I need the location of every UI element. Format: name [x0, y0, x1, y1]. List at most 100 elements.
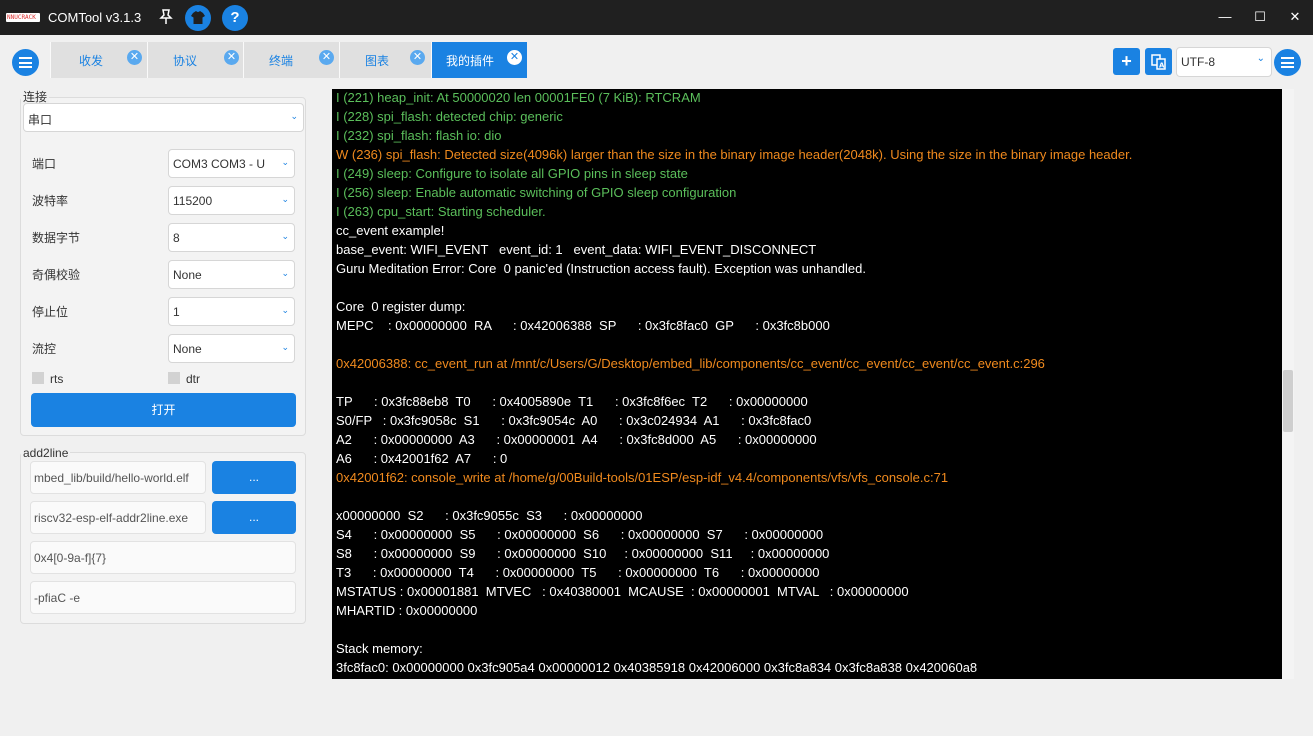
chevron-down-icon: ⌄ [281, 194, 289, 205]
menu-icon [1281, 57, 1294, 59]
close-tab-icon[interactable]: ✕ [507, 50, 522, 65]
stopbits-value: 1 [173, 305, 180, 319]
flowcontrol-select[interactable]: None ⌄ [168, 334, 295, 363]
open-port-button[interactable]: 打开 [31, 393, 296, 427]
stopbits-select[interactable]: 1 ⌄ [168, 297, 295, 326]
parity-label: 奇偶校验 [32, 268, 81, 282]
encoding-select[interactable]: UTF-8 ⌄ [1176, 47, 1272, 77]
tab-label: 我的插件 [446, 54, 495, 68]
chevron-down-icon: ⌄ [1256, 53, 1265, 64]
skin-button[interactable] [185, 5, 211, 31]
tab-send-receive[interactable]: 收发 ✕ [50, 42, 147, 78]
terminal-line: T3 : 0x00000000 T4 : 0x00000000 T5 : 0x0… [336, 565, 820, 580]
terminal-line: TP : 0x3fc88eb8 T0 : 0x4005890e T1 : 0x3… [336, 394, 808, 409]
terminal-line: base_event: WIFI_EVENT event_id: 1 event… [336, 242, 817, 257]
shirt-icon [191, 11, 205, 24]
pin-icon[interactable] [158, 8, 174, 26]
encoding-value: UTF-8 [1181, 55, 1215, 69]
add-plugin-button[interactable]: + [1113, 48, 1140, 75]
parity-value: None [173, 268, 202, 282]
connection-group-title: 连接 [21, 90, 50, 104]
connection-type-select[interactable]: 串口 ⌄ [23, 103, 304, 132]
tab-label: 协议 [173, 54, 198, 68]
terminal-line: 3fc8fac0: 0x00000000 0x3fc905a4 0x000000… [336, 660, 978, 675]
terminal-lines: I (221) heap_init: At 50000020 len 00001… [336, 89, 1280, 677]
terminal-scroll-thumb[interactable] [1283, 370, 1293, 432]
terminal-line: I (221) heap_init: At 50000020 len 00001… [336, 90, 701, 105]
browse-elf-button[interactable]: ... [212, 461, 296, 494]
terminal-line: I (263) cpu_start: Starting scheduler. [336, 204, 546, 219]
window-title: COMTool v3.1.3 [48, 10, 142, 25]
terminal-line: S8 : 0x00000000 S9 : 0x00000000 S10 : 0x… [336, 546, 830, 561]
baudrate-value: 115200 [173, 194, 213, 208]
tab-my-plugin[interactable]: 我的插件 ✕ [431, 42, 527, 78]
terminal-line: I (228) spi_flash: detected chip: generi… [336, 109, 563, 124]
terminal-line: Guru Meditation Error: Core 0 panic'ed (… [336, 261, 866, 276]
databits-select[interactable]: 8 ⌄ [168, 223, 295, 252]
tab-graph[interactable]: 图表 ✕ [339, 42, 431, 78]
terminal-line: I (256) sleep: Enable automatic switchin… [336, 185, 737, 200]
terminal-line: 0x42006388: cc_event_run at /mnt/c/Users… [336, 356, 1045, 371]
chevron-down-icon: ⌄ [281, 231, 289, 242]
chevron-down-icon: ⌄ [281, 342, 289, 353]
chevron-down-icon: ⌄ [281, 268, 289, 279]
menu-icon [19, 57, 32, 59]
browse-addr2line-button[interactable]: ... [212, 501, 296, 534]
terminal-line: A2 : 0x00000000 A3 : 0x00000001 A4 : 0x3… [336, 432, 817, 447]
rts-label: rts [50, 372, 64, 386]
terminal-line: x00000000 S2 : 0x3fc9055c S3 : 0x0000000… [336, 508, 643, 523]
dtr-checkbox[interactable] [168, 372, 180, 384]
databits-value: 8 [173, 231, 180, 245]
port-label: 端口 [32, 157, 57, 171]
terminal-line: cc_event example! [336, 223, 445, 238]
svg-text:A: A [1159, 62, 1165, 70]
minimize-button[interactable]: — [1213, 6, 1237, 28]
left-menu-button[interactable] [12, 49, 39, 76]
terminal-line: A6 : 0x42001f62 A7 : 0 [336, 451, 508, 466]
close-tab-icon[interactable]: ✕ [410, 50, 425, 65]
terminal-output[interactable]: I (221) heap_init: At 50000020 len 00001… [332, 89, 1282, 679]
port-select[interactable]: COM3 COM3 - U ⌄ [168, 149, 295, 178]
terminal-line: Core 0 register dump: [336, 299, 466, 314]
parity-select[interactable]: None ⌄ [168, 260, 295, 289]
terminal-line: I (232) spi_flash: flash io: dio [336, 128, 502, 143]
terminal-line: W (236) spi_flash: Detected size(4096k) … [336, 147, 1133, 162]
terminal-line: 0x42001f62: console_write at /home/g/00B… [336, 470, 949, 485]
baudrate-select[interactable]: 115200 ⌄ [168, 186, 295, 215]
terminal-line: MEPC : 0x00000000 RA : 0x42006388 SP : 0… [336, 318, 830, 333]
close-tab-icon[interactable]: ✕ [224, 50, 239, 65]
right-menu-button[interactable] [1274, 49, 1301, 76]
close-tab-icon[interactable]: ✕ [127, 50, 142, 65]
close-tab-icon[interactable]: ✕ [319, 50, 334, 65]
terminal-line: MSTATUS : 0x00001881 MTVEC : 0x40380001 … [336, 584, 909, 599]
addr2line-group-title: add2line [21, 446, 71, 460]
tab-terminal[interactable]: 终端 ✕ [243, 42, 339, 78]
elf-path-input[interactable]: mbed_lib/build/hello-world.elf [30, 461, 206, 494]
flowcontrol-label: 流控 [32, 342, 57, 356]
maximize-button[interactable]: ☐ [1248, 6, 1272, 28]
terminal-line: MHARTID : 0x00000000 [336, 603, 478, 618]
addr2line-path-input[interactable]: riscv32-esp-elf-addr2line.exe [30, 501, 206, 534]
terminal-line: Stack memory: [336, 641, 423, 656]
baudrate-label: 波特率 [32, 194, 69, 208]
flowcontrol-value: None [173, 342, 202, 356]
translate-icon: A [1151, 54, 1166, 70]
terminal-line: S0/FP : 0x3fc9058c S1 : 0x3fc9054c A0 : … [336, 413, 812, 428]
address-regex-input[interactable]: 0x4[0-9a-f]{7} [30, 541, 296, 574]
tab-label: 终端 [269, 54, 294, 68]
dtr-label: dtr [186, 372, 201, 386]
rts-checkbox[interactable] [32, 372, 44, 384]
close-button[interactable]: ✕ [1283, 6, 1307, 28]
tab-protocol[interactable]: 协议 ✕ [147, 42, 243, 78]
chevron-down-icon: ⌄ [281, 157, 289, 168]
stopbits-label: 停止位 [32, 305, 69, 319]
help-button[interactable]: ? [222, 5, 248, 31]
port-value: COM3 COM3 - U [173, 157, 266, 171]
terminal-line: I (249) sleep: Configure to isolate all … [336, 166, 688, 181]
language-button[interactable]: A [1145, 48, 1172, 75]
addr2line-args-input[interactable]: -pfiaC -e [30, 581, 296, 614]
